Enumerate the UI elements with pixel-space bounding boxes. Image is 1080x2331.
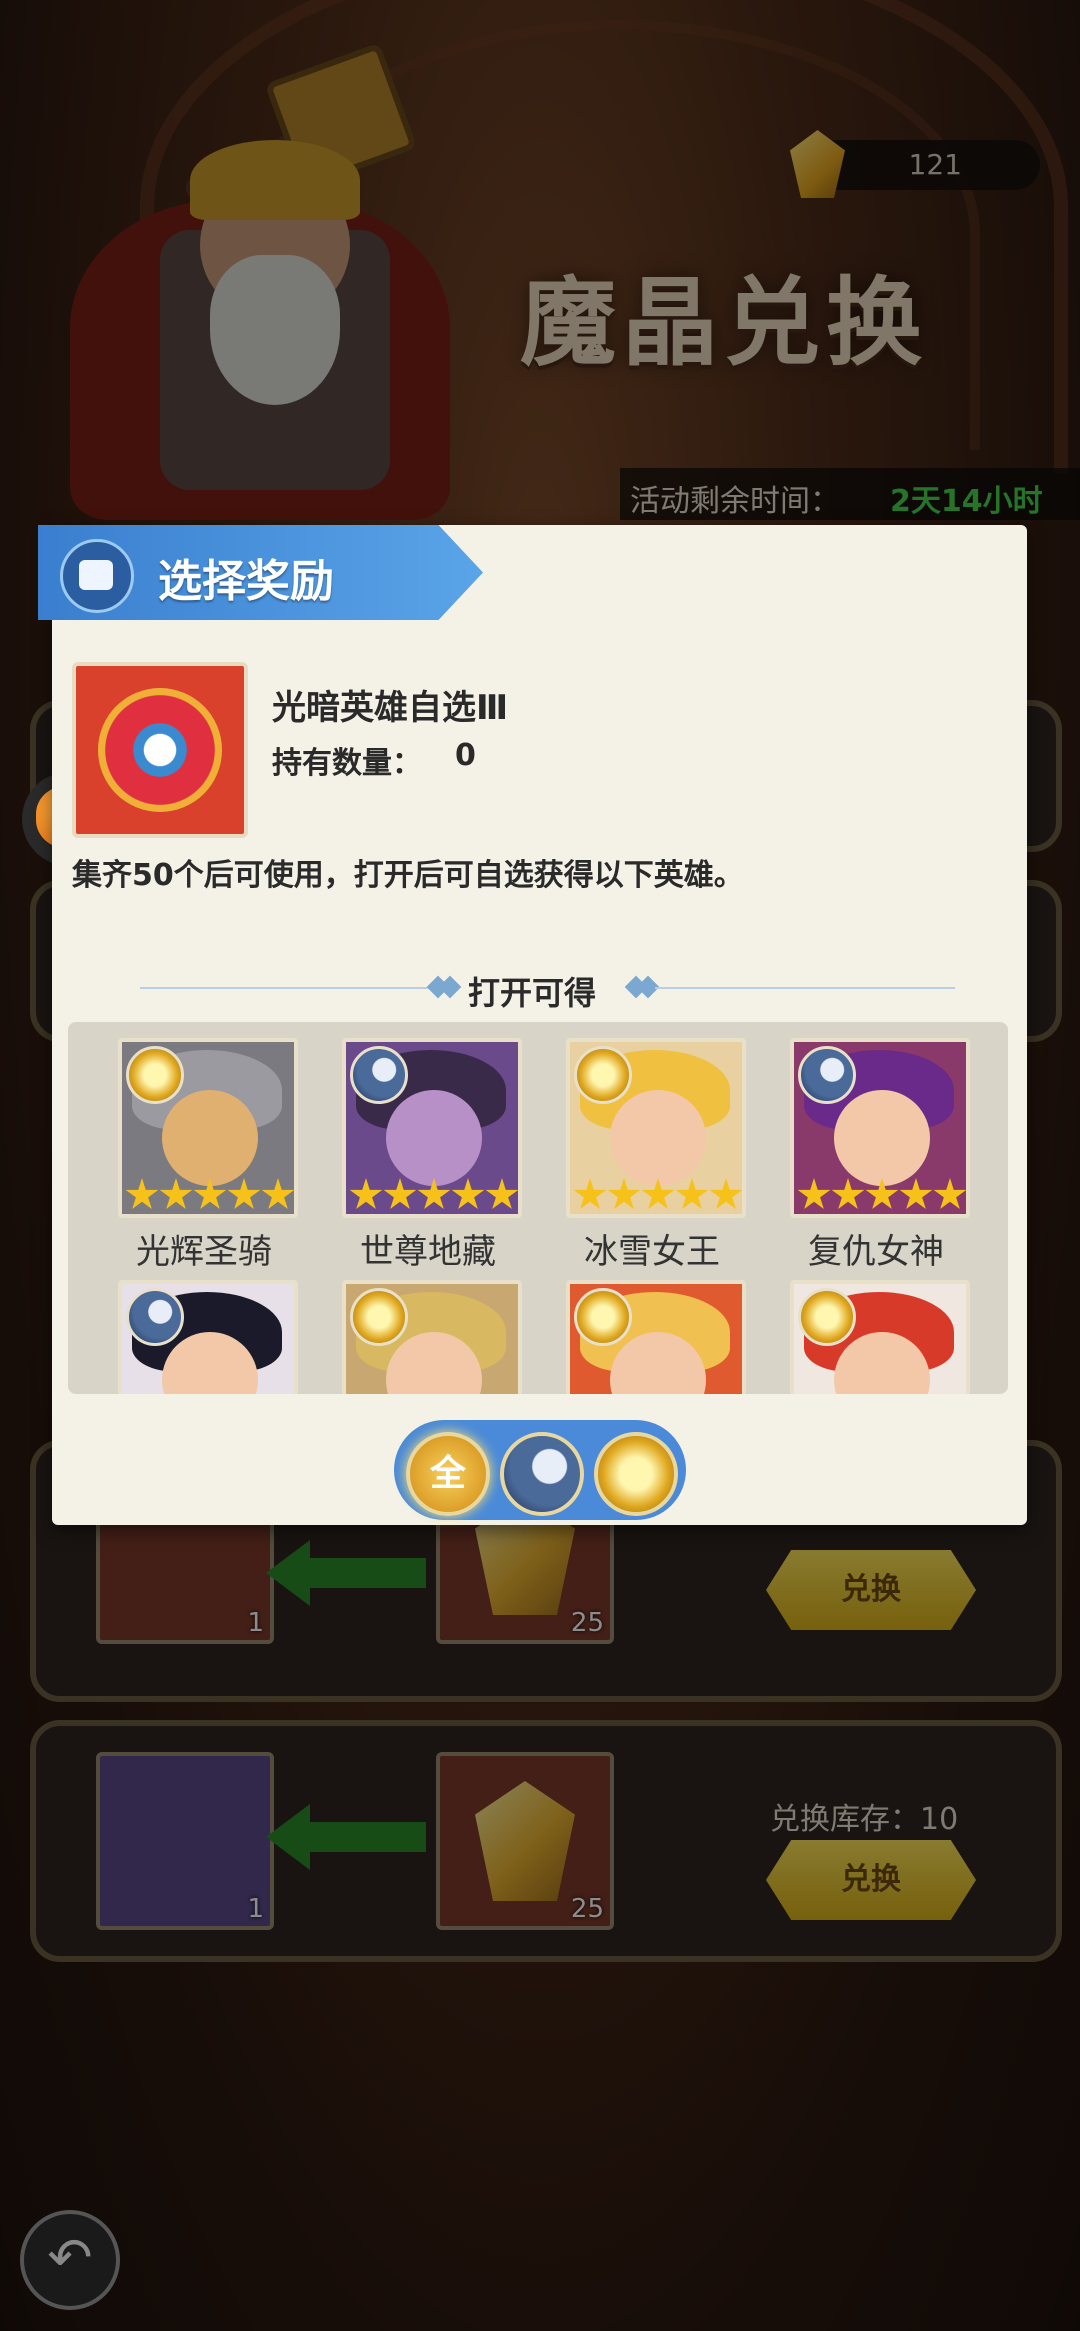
portrait-face [162,1090,258,1186]
light-attribute-icon [574,1288,632,1346]
hero-option[interactable]: 世尊地藏 [342,1038,522,1272]
item-icon [72,662,248,838]
star-icon [675,1178,709,1209]
hero-option[interactable]: 光辉圣骑 [118,1038,298,1272]
star-icon [607,1178,641,1209]
star-icon [865,1178,899,1209]
hero-option[interactable] [342,1280,522,1394]
light-attribute-icon [574,1046,632,1104]
star-icon [261,1178,294,1209]
hero-portrait [566,1038,746,1218]
star-rating [570,1178,742,1214]
dark-attribute-icon [350,1046,408,1104]
star-icon [451,1178,485,1209]
modal-title: 选择奖励 [158,556,334,607]
section-title: 打开可得 [468,974,597,1012]
hero-portrait [790,1038,970,1218]
hero-name: 复仇女神 [808,1232,944,1272]
dark-attribute-icon [126,1288,184,1346]
item-quantity-label: 持有数量： [272,746,422,781]
light-attribute-icon [126,1046,184,1104]
attribute-filter-bar: 全 [394,1420,686,1520]
hero-option[interactable] [118,1280,298,1394]
star-icon [485,1178,518,1209]
back-button[interactable]: ↶ [20,2210,120,2310]
star-icon [159,1178,193,1209]
hero-name: 光辉圣骑 [136,1232,272,1272]
divider-left [140,987,430,989]
hero-portrait [342,1280,522,1394]
star-icon [573,1178,607,1209]
light-attribute-icon [350,1288,408,1346]
hero-portrait [790,1280,970,1394]
star-icon [417,1178,451,1209]
item-name: 光暗英雄自选Ⅲ [272,688,509,728]
back-arrow-icon: ↶ [47,2226,93,2289]
portrait-face [386,1090,482,1186]
hero-name: 世尊地藏 [360,1232,496,1272]
light-attribute-icon [798,1288,856,1346]
hero-option[interactable]: 复仇女神 [790,1038,970,1272]
portrait-face [610,1090,706,1186]
modal-header: 选择奖励 [38,525,483,620]
star-icon [227,1178,261,1209]
star-rating [122,1178,294,1214]
star-icon [899,1178,933,1209]
light-dark-badge-icon [98,688,222,812]
hero-name: 冰雪女王 [584,1232,720,1272]
star-icon [125,1178,159,1209]
filter-light-button[interactable] [594,1432,678,1516]
hero-portrait [342,1038,522,1218]
star-icon [797,1178,831,1209]
hero-option[interactable]: 冰雪女王 [566,1038,746,1272]
filter-dark-button[interactable] [500,1432,584,1516]
hero-grid: 光辉圣骑 世尊地藏 冰雪女王 复仇女神 [68,1022,1008,1394]
star-icon [193,1178,227,1209]
hero-portrait [118,1280,298,1394]
star-icon [349,1178,383,1209]
item-description: 集齐50个后可使用，打开后可自选获得以下英雄。 [72,858,744,893]
star-icon [709,1178,742,1209]
hero-portrait [566,1280,746,1394]
hero-option[interactable] [790,1280,970,1394]
portrait-face [834,1090,930,1186]
hero-option[interactable] [566,1280,746,1394]
item-quantity-value: 0 [455,738,476,773]
scroll-icon [60,539,134,613]
star-icon [383,1178,417,1209]
divider-right [655,987,955,989]
star-icon [933,1178,966,1209]
dark-attribute-icon [798,1046,856,1104]
filter-all-button[interactable]: 全 [406,1432,490,1516]
star-rating [794,1178,966,1214]
star-icon [831,1178,865,1209]
star-icon [641,1178,675,1209]
star-rating [346,1178,518,1214]
hero-portrait [118,1038,298,1218]
